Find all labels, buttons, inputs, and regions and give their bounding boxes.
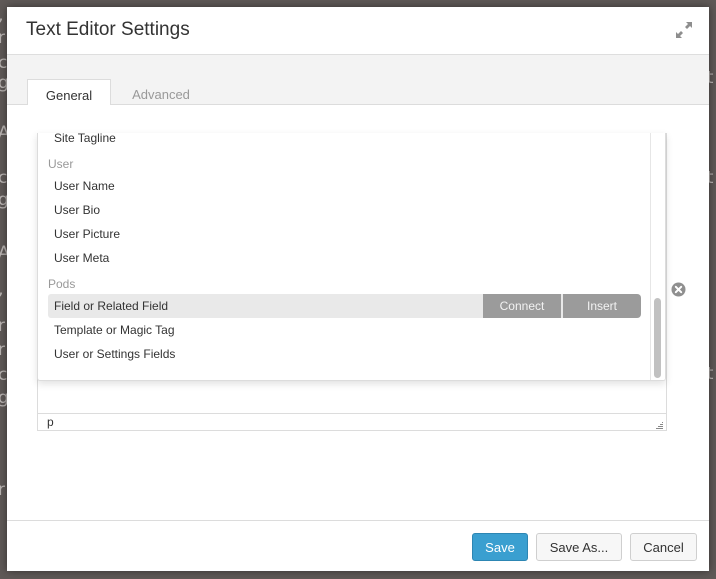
dropdown-item[interactable]: User Picture <box>48 222 641 246</box>
item-actions: Connect Insert <box>483 294 641 318</box>
insert-button[interactable]: Insert <box>563 294 641 318</box>
remove-icon[interactable] <box>671 282 686 297</box>
dropdown-item-label: Field or Related Field <box>54 299 169 313</box>
dropdown-group-label: Pods <box>48 277 76 291</box>
background-text-fragment: r <box>0 28 5 48</box>
dropdown-item[interactable]: Template or Magic Tag <box>48 318 641 342</box>
dropdown-item[interactable]: Site Tagline <box>48 133 641 150</box>
dropdown-item-label: Site Tagline <box>54 133 116 145</box>
dropdown-item-label: User Meta <box>54 251 110 265</box>
dropdown-scroll-thumb[interactable] <box>654 298 661 378</box>
dropdown-item-label: User Name <box>54 179 115 193</box>
resize-handle-icon[interactable] <box>654 418 664 429</box>
save-button[interactable]: Save <box>472 533 528 561</box>
dropdown-scrollbar[interactable] <box>650 133 665 380</box>
dropdown-item-label: Template or Magic Tag <box>54 323 175 337</box>
dropdown-item-label: User or Settings Fields <box>54 347 176 361</box>
modal-title: Text Editor Settings <box>26 19 190 40</box>
dropdown-group-label: User <box>48 157 74 171</box>
dropdown-item[interactable]: User Name <box>48 174 641 198</box>
tab-general[interactable]: General <box>27 79 111 106</box>
cancel-button[interactable]: Cancel <box>630 533 697 561</box>
expand-icon[interactable] <box>675 21 693 39</box>
dropdown-item-label: User Bio <box>54 203 101 217</box>
tab-advanced[interactable]: Advanced <box>119 79 203 104</box>
dropdown-item-label: User Picture <box>54 227 121 241</box>
modal-header: Text Editor Settings <box>7 7 709 55</box>
tab-bar: General Advanced <box>7 55 709 106</box>
connect-button[interactable]: Connect <box>483 294 561 318</box>
background-text-fragment: r <box>0 316 5 336</box>
text-editor-settings-modal: Text Editor Settings General Advanced p <box>7 7 709 571</box>
modal-body: p Site Tagline User User Name User Bio User … <box>7 105 709 520</box>
editor-status-bar: p <box>38 413 666 430</box>
element-path[interactable]: p <box>47 415 54 429</box>
dropdown-item[interactable]: User Bio <box>48 198 641 222</box>
dropdown-item[interactable]: User or Settings Fields <box>48 342 641 366</box>
background-text-fragment: r <box>0 480 5 500</box>
modal-footer: Save Save As... Cancel <box>7 520 709 571</box>
background-text-fragment: r <box>0 340 5 360</box>
save-as-button[interactable]: Save As... <box>536 533 622 561</box>
dropdown-item[interactable]: User Meta <box>48 246 641 270</box>
background-text-fragment: ’ <box>0 292 3 309</box>
insert-dropdown-menu: Site Tagline User User Name User Bio User Pi… <box>37 133 666 381</box>
dropdown-item[interactable]: Field or Related Field Connect Insert <box>48 294 641 318</box>
dropdown-list: Site Tagline User User Name User Bio User Pi… <box>48 133 641 366</box>
